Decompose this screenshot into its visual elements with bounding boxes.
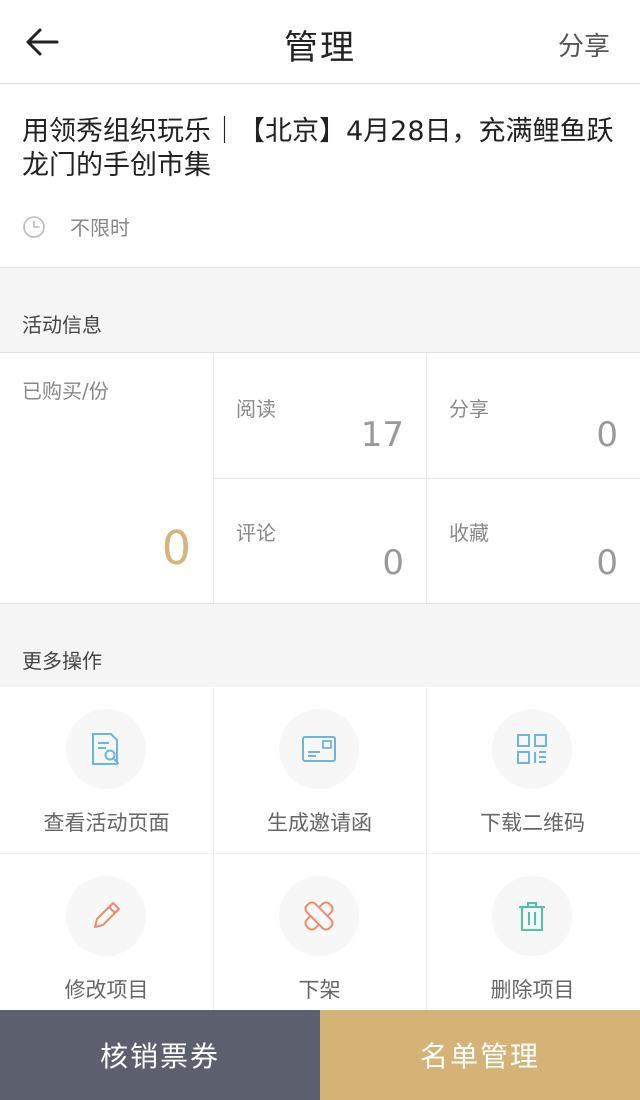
stat-favorites: 收藏 0 [427, 479, 640, 603]
divider [426, 687, 427, 1010]
stat-reads: 阅读 17 [214, 353, 426, 477]
stat-comments-label: 评论 [236, 521, 276, 545]
op-label: 修改项目 [64, 978, 149, 1002]
download-qrcode-button[interactable]: 下载二维码 [426, 687, 639, 854]
stat-favorites-value: 0 [596, 543, 618, 583]
event-time-text: 不限时 [70, 216, 130, 240]
invitation-card-icon [302, 736, 336, 762]
generate-invitation-button[interactable]: 生成邀请函 [213, 687, 426, 854]
event-time: 不限时 [22, 212, 130, 241]
activity-info-header: 活动信息 [0, 269, 640, 351]
pencil-icon [94, 902, 120, 928]
op-label: 删除项目 [490, 978, 575, 1002]
event-summary: 用领秀组织玩乐｜【北京】4月28日，充满鲤鱼跃龙门的手创市集 不限时 [0, 85, 640, 268]
op-label: 生成邀请函 [267, 811, 372, 835]
bandage-icon [304, 901, 334, 931]
share-button[interactable]: 分享 [558, 26, 610, 63]
op-icon-bg [492, 709, 572, 789]
divider [213, 687, 214, 1010]
page-title: 管理 [284, 28, 356, 68]
op-label: 下架 [298, 978, 341, 1002]
stats-grid: 已购买/份 0 阅读 17 分享 0 评论 0 收藏 0 [0, 352, 640, 604]
stat-purchased-label: 已购买/份 [22, 379, 109, 403]
op-icon-bg [66, 876, 146, 956]
edit-project-button[interactable]: 修改项目 [0, 854, 213, 1021]
document-search-icon [92, 733, 119, 765]
qrcode-icon [517, 734, 547, 764]
operations-grid: 查看活动页面 生成邀请函 下载二维码 修改项目 下架 删除项目 [0, 687, 640, 1010]
event-title: 用领秀组织玩乐｜【北京】4月28日，充满鲤鱼跃龙门的手创市集 [22, 116, 614, 181]
delete-project-button[interactable]: 删除项目 [426, 854, 639, 1021]
stat-shares-value: 0 [596, 415, 618, 455]
clock-icon [23, 215, 45, 238]
stat-comments: 评论 0 [214, 479, 426, 603]
op-label: 查看活动页面 [43, 811, 170, 835]
top-bar: 管理 分享 [0, 0, 640, 84]
stat-purchased-value: 0 [161, 521, 191, 575]
trash-icon [519, 902, 545, 931]
more-ops-heading: 更多操作 [22, 649, 102, 673]
more-ops-header: 更多操作 [0, 605, 640, 687]
stat-reads-value: 17 [360, 415, 404, 455]
list-management-button[interactable]: 名单管理 [320, 1010, 640, 1100]
stat-shares: 分享 0 [427, 353, 640, 477]
stat-reads-label: 阅读 [236, 397, 276, 421]
divider [214, 478, 640, 479]
divider [0, 853, 640, 854]
view-event-page-button[interactable]: 查看活动页面 [0, 687, 213, 854]
activity-info-heading: 活动信息 [22, 313, 102, 337]
op-icon-bg [279, 876, 359, 956]
verify-tickets-button[interactable]: 核销票券 [0, 1010, 320, 1100]
op-icon-bg [492, 876, 572, 956]
stat-comments-value: 0 [382, 543, 404, 583]
take-down-button[interactable]: 下架 [213, 854, 426, 1021]
bottom-action-bar: 核销票券 名单管理 [0, 1010, 640, 1100]
stat-purchased: 已购买/份 0 [0, 353, 213, 603]
stat-shares-label: 分享 [449, 397, 489, 421]
op-icon-bg [66, 709, 146, 789]
stat-favorites-label: 收藏 [449, 521, 489, 545]
op-label: 下载二维码 [480, 811, 585, 835]
op-icon-bg [279, 709, 359, 789]
